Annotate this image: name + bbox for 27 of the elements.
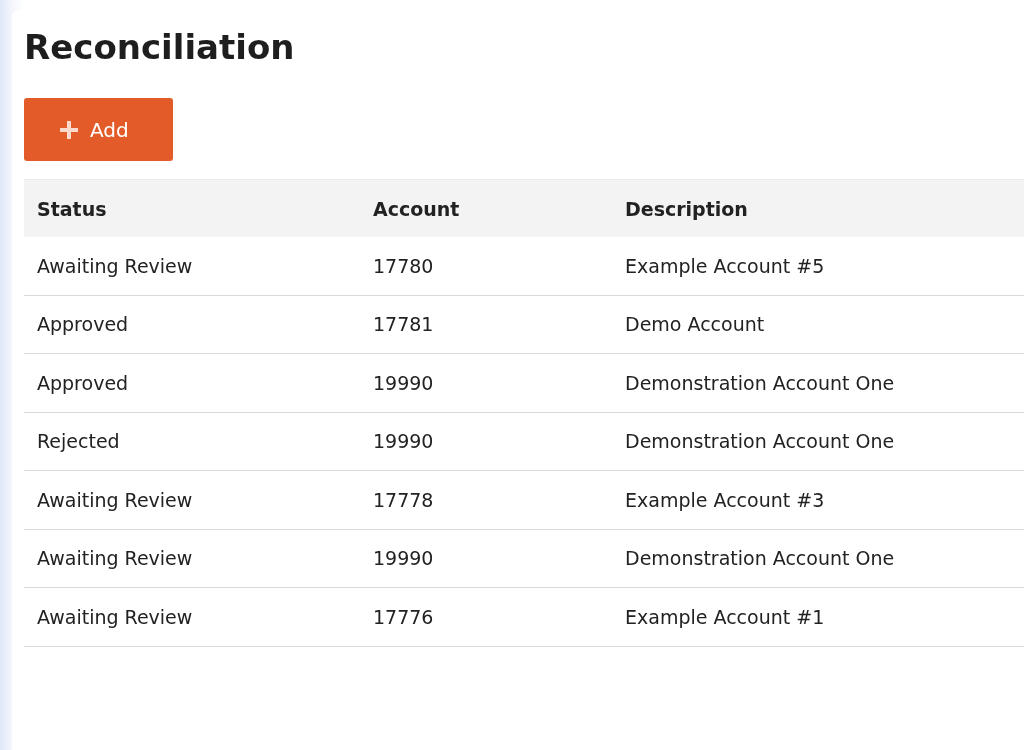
table-cell: 17776 <box>360 588 612 647</box>
plus-icon <box>60 120 78 139</box>
column-header[interactable]: Status <box>24 179 360 237</box>
add-button[interactable]: Add <box>24 98 173 161</box>
table-cell: Example Account #1 <box>612 588 1024 647</box>
table-cell: 19990 <box>360 354 612 413</box>
table-cell: Demonstration Account One <box>612 412 1024 471</box>
table-cell: 17781 <box>360 295 612 354</box>
table-cell: 17780 <box>360 237 612 296</box>
page-title: Reconciliation <box>24 26 296 69</box>
table-cell: Rejected <box>24 412 360 471</box>
table-cell: Awaiting Review <box>24 237 360 296</box>
table-cell: Approved <box>24 295 360 354</box>
table-cell: Awaiting Review <box>24 588 360 647</box>
table-cell: Demonstration Account One <box>612 354 1024 413</box>
table-cell: Example Account #3 <box>612 471 1024 530</box>
table-cell: Demo Account <box>612 295 1024 354</box>
table-cell: 19990 <box>360 412 612 471</box>
column-header[interactable]: Account <box>360 179 612 237</box>
table-cell: Demonstration Account One <box>612 529 1024 588</box>
table-cell: 17778 <box>360 471 612 530</box>
column-header[interactable]: Description <box>612 179 1024 237</box>
table-cell: Example Account #5 <box>612 237 1024 296</box>
table-cell: Awaiting Review <box>24 471 360 530</box>
table-cell: 19990 <box>360 529 612 588</box>
table-cell: Approved <box>24 354 360 413</box>
table-cell: Awaiting Review <box>24 529 360 588</box>
